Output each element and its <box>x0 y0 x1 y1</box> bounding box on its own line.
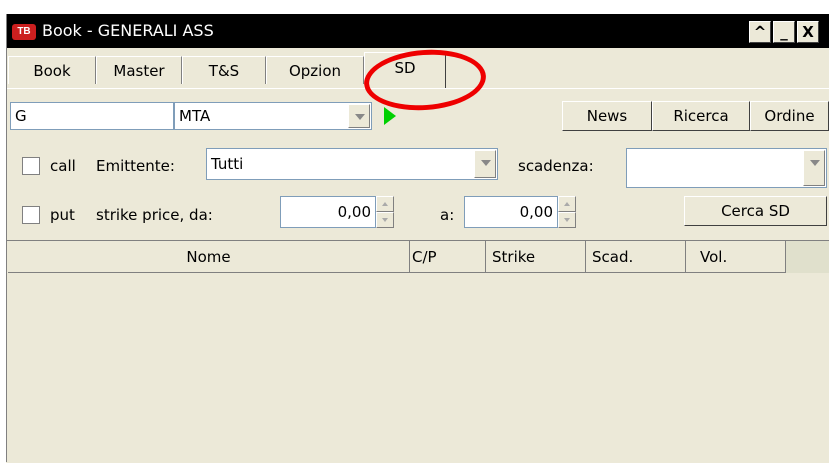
close-button[interactable]: X <box>797 21 819 43</box>
symbol-input[interactable]: G <box>10 102 174 130</box>
title-bar[interactable]: TB Book - GENERALI ASS ^ _ X <box>6 14 829 48</box>
scadenza-select[interactable] <box>626 148 827 188</box>
emittente-select-value: Tutti <box>211 155 244 173</box>
tab-book[interactable]: Book <box>8 56 96 84</box>
chevron-down-icon[interactable] <box>348 104 370 128</box>
ricerca-button[interactable]: Ricerca <box>652 101 750 131</box>
book-window: TB Book - GENERALI ASS ^ _ X Book Master… <box>6 14 829 463</box>
arrow-down-icon[interactable] <box>376 212 394 228</box>
header-filler <box>786 241 829 273</box>
call-checkbox[interactable] <box>22 157 40 175</box>
column-header-vol[interactable]: Vol. <box>686 241 786 273</box>
call-label: call <box>50 157 76 175</box>
strike-from-label: strike price, da: <box>96 206 213 224</box>
column-header-scad[interactable]: Scad. <box>586 241 686 273</box>
cerca-sd-button[interactable]: Cerca SD <box>684 196 827 226</box>
window-border <box>6 14 7 462</box>
restore-button[interactable]: ^ <box>749 21 771 43</box>
scadenza-label: scadenza: <box>518 157 594 175</box>
arrow-up-icon[interactable] <box>558 196 576 212</box>
emittente-select[interactable]: Tutti <box>206 148 498 180</box>
column-header-strike[interactable]: Strike <box>486 241 586 273</box>
emittente-label: Emittente: <box>96 157 175 175</box>
ordine-button[interactable]: Ordine <box>750 101 829 131</box>
tab-ts[interactable]: T&S <box>182 56 266 84</box>
play-indicator-icon <box>384 107 396 125</box>
app-logo-icon: TB <box>12 24 36 40</box>
chevron-down-icon[interactable] <box>803 150 825 186</box>
news-button[interactable]: News <box>562 101 652 131</box>
put-label: put <box>50 206 75 224</box>
tab-opzioni[interactable]: Opzion <box>266 56 364 84</box>
column-header-nome[interactable]: Nome <box>8 241 410 273</box>
chevron-down-icon[interactable] <box>474 150 496 178</box>
strike-to-stepper[interactable] <box>558 196 576 228</box>
strike-to-label: a: <box>440 206 455 224</box>
window-title: Book - GENERALI ASS <box>42 21 214 40</box>
results-table[interactable]: Nome C/P Strike Scad. Vol. <box>6 240 829 463</box>
strike-from-stepper[interactable] <box>376 196 394 228</box>
arrow-down-icon[interactable] <box>558 212 576 228</box>
put-checkbox[interactable] <box>22 206 40 224</box>
strike-to-input[interactable]: 0,00 <box>464 196 558 228</box>
arrow-up-icon[interactable] <box>376 196 394 212</box>
minimize-button[interactable]: _ <box>773 21 795 43</box>
market-select-value: MTA <box>179 107 211 125</box>
column-header-cp[interactable]: C/P <box>410 241 486 273</box>
strike-from-input[interactable]: 0,00 <box>280 196 376 228</box>
tab-master[interactable]: Master <box>96 56 182 84</box>
market-select[interactable]: MTA <box>174 102 372 130</box>
